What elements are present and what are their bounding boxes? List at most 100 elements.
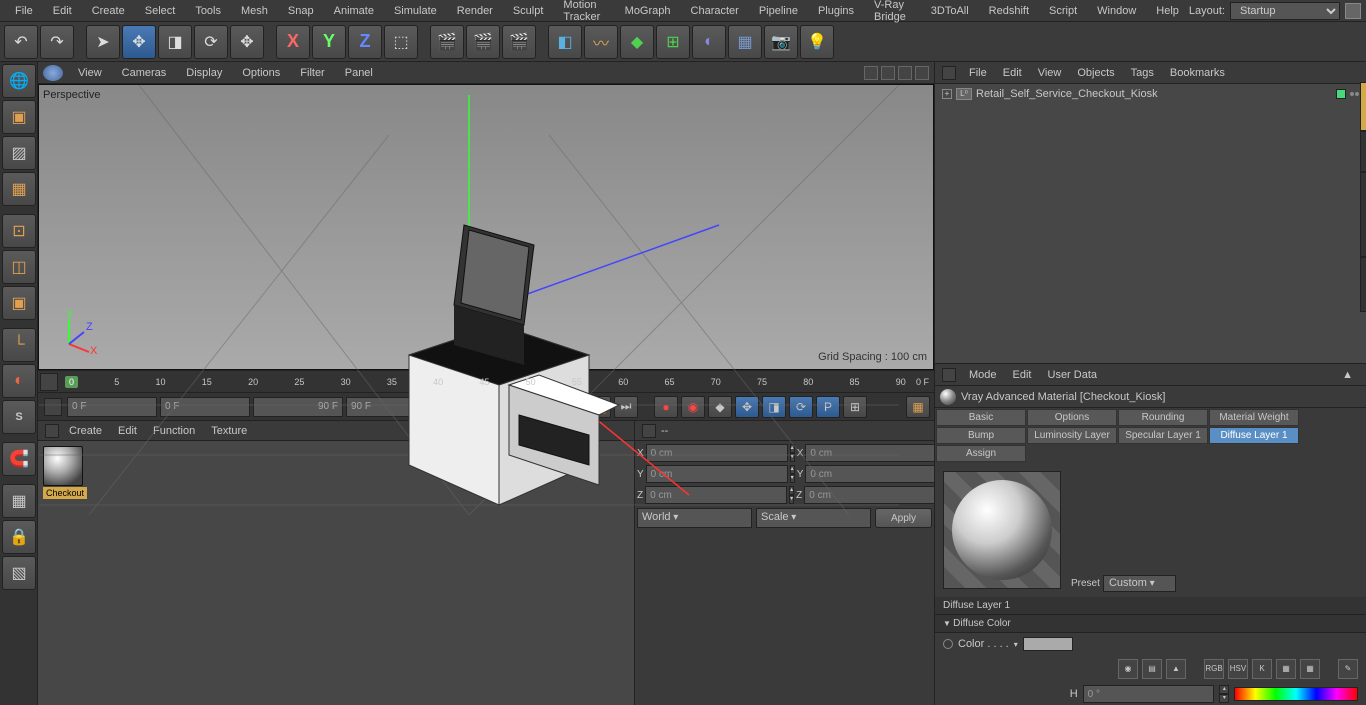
points-mode-button[interactable]: ⊡	[2, 214, 36, 248]
menu-render[interactable]: Render	[447, 2, 503, 20]
color-swatch[interactable]	[1023, 637, 1073, 651]
start-frame-field[interactable]	[67, 397, 157, 417]
kelvin-button[interactable]: K	[1252, 659, 1272, 679]
colorwheel-icon[interactable]: ◉	[1118, 659, 1138, 679]
object-row[interactable]: + L⁰ Retail_Self_Service_Checkout_Kiosk	[937, 86, 1364, 102]
keyframe-sel-button[interactable]: ◆	[708, 396, 732, 418]
playbar-cap-icon[interactable]	[44, 398, 62, 416]
hue-field[interactable]	[1083, 685, 1215, 703]
tab-rounding[interactable]: Rounding	[1118, 409, 1208, 426]
objmenu-objects[interactable]: Objects	[1069, 65, 1122, 81]
add-generator-button[interactable]: ◆	[620, 25, 654, 59]
menu-window[interactable]: Window	[1087, 2, 1146, 20]
objmgr-cap-icon[interactable]	[942, 66, 956, 80]
texture-mode-button[interactable]: ▨	[2, 136, 36, 170]
menu-tools[interactable]: Tools	[185, 2, 231, 20]
vp-nav1-icon[interactable]	[864, 66, 878, 80]
tab-luminosity[interactable]: Luminosity Layer	[1027, 427, 1117, 444]
tab-specular[interactable]: Specular Layer 1	[1118, 427, 1208, 444]
menu-sculpt[interactable]: Sculpt	[503, 2, 554, 20]
tab-content-browser[interactable]: Content Browser	[1360, 172, 1366, 257]
scale-tool[interactable]: ◨	[158, 25, 192, 59]
objmenu-bookmarks[interactable]: Bookmarks	[1162, 65, 1233, 81]
tab-takes[interactable]: Takes	[1360, 131, 1366, 173]
pos-z-field[interactable]	[645, 486, 787, 504]
mixer-icon[interactable]: ▦	[1276, 659, 1296, 679]
tab-structure[interactable]: Structure	[1360, 257, 1366, 312]
render-settings-button[interactable]: 🎬	[502, 25, 536, 59]
attr-up-icon[interactable]: ▲	[1342, 369, 1353, 381]
menu-snap[interactable]: Snap	[278, 2, 324, 20]
current-frame-field[interactable]	[160, 397, 250, 417]
polygons-mode-button[interactable]: ▣	[2, 286, 36, 320]
key-pos-button[interactable]: ✥	[735, 396, 759, 418]
layer-dots[interactable]	[1350, 92, 1359, 96]
key-rot-button[interactable]: ⟳	[789, 396, 813, 418]
rotate-tool[interactable]: ⟳	[194, 25, 228, 59]
viewport-solo-button[interactable]: ◐	[2, 364, 36, 398]
search-icon[interactable]	[1345, 3, 1361, 19]
tab-material-weight[interactable]: Material Weight	[1209, 409, 1299, 426]
section-diffuse-color[interactable]: Diffuse Color	[935, 615, 1366, 633]
tab-basic[interactable]: Basic	[936, 409, 1026, 426]
timeline-marks[interactable]: 051015202530354045505560657075808590	[60, 371, 911, 392]
section-diffuse-layer[interactable]: Diffuse Layer 1	[935, 597, 1366, 615]
end-frame-field[interactable]	[253, 397, 343, 417]
workplane-mode-button[interactable]: ▦	[2, 172, 36, 206]
menu-motiontracker[interactable]: Motion Tracker	[553, 0, 614, 26]
material-name[interactable]: Checkout	[43, 487, 87, 499]
hue-stepper[interactable]: ▴▾	[1219, 685, 1229, 703]
layout-select[interactable]: Startup	[1230, 2, 1340, 20]
swatches-icon[interactable]: ▦	[1300, 659, 1320, 679]
move-tool[interactable]: ✥	[122, 25, 156, 59]
menu-vray[interactable]: V-Ray Bridge	[864, 0, 921, 26]
z-axis-button[interactable]: Z	[348, 25, 382, 59]
select-tool[interactable]: ➤	[86, 25, 120, 59]
render-view-button[interactable]: 🎬	[430, 25, 464, 59]
lock-workplane-button[interactable]: 🔒	[2, 520, 36, 554]
x-axis-button[interactable]: X	[276, 25, 310, 59]
snap-settings-button[interactable]: S	[2, 400, 36, 434]
menu-create[interactable]: Create	[82, 2, 135, 20]
rgb-button[interactable]: RGB	[1204, 659, 1224, 679]
add-cube-button[interactable]: ◧	[548, 25, 582, 59]
add-camera-button[interactable]: 📷	[764, 25, 798, 59]
objmenu-view[interactable]: View	[1030, 65, 1070, 81]
key-pla-button[interactable]: ⊞	[843, 396, 867, 418]
autokey-button[interactable]: ◉	[681, 396, 705, 418]
menu-file[interactable]: File	[5, 2, 43, 20]
y-axis-button[interactable]: Y	[312, 25, 346, 59]
menu-script[interactable]: Script	[1039, 2, 1087, 20]
attrmenu-edit[interactable]: Edit	[1005, 367, 1040, 383]
tab-objects[interactable]: Objects	[1360, 82, 1366, 131]
menu-animate[interactable]: Animate	[324, 2, 384, 20]
pos-y-field[interactable]	[646, 465, 788, 483]
menu-redshift[interactable]: Redshift	[979, 2, 1039, 20]
menu-simulate[interactable]: Simulate	[384, 2, 447, 20]
size-x-field[interactable]	[805, 444, 947, 462]
tab-options[interactable]: Options	[1027, 409, 1117, 426]
menu-character[interactable]: Character	[681, 2, 749, 20]
vmenu-cameras[interactable]: Cameras	[112, 64, 177, 82]
redo-button[interactable]: ↷	[40, 25, 74, 59]
render-region-button[interactable]: 🎬	[466, 25, 500, 59]
planar-button[interactable]: ▧	[2, 556, 36, 590]
matmgr-cap-icon[interactable]	[45, 424, 59, 438]
menu-3dtoall[interactable]: 3DToAll	[921, 2, 979, 20]
objmenu-edit[interactable]: Edit	[995, 65, 1030, 81]
hsv-button[interactable]: HSV	[1228, 659, 1248, 679]
pos-x-field[interactable]	[646, 444, 788, 462]
add-environment-button[interactable]: ▦	[728, 25, 762, 59]
hue-slider[interactable]	[1234, 687, 1358, 701]
matmenu-edit[interactable]: Edit	[110, 423, 145, 439]
vp-nav2-icon[interactable]	[881, 66, 895, 80]
tab-diffuse[interactable]: Diffuse Layer 1	[1209, 427, 1299, 444]
vp-nav4-icon[interactable]	[915, 66, 929, 80]
edges-mode-button[interactable]: ◫	[2, 250, 36, 284]
vmenu-display[interactable]: Display	[176, 64, 232, 82]
vp-nav3-icon[interactable]	[898, 66, 912, 80]
menu-edit[interactable]: Edit	[43, 2, 82, 20]
workplane-button[interactable]: ▦	[2, 484, 36, 518]
matmenu-function[interactable]: Function	[145, 423, 203, 439]
vmenu-options[interactable]: Options	[232, 64, 290, 82]
